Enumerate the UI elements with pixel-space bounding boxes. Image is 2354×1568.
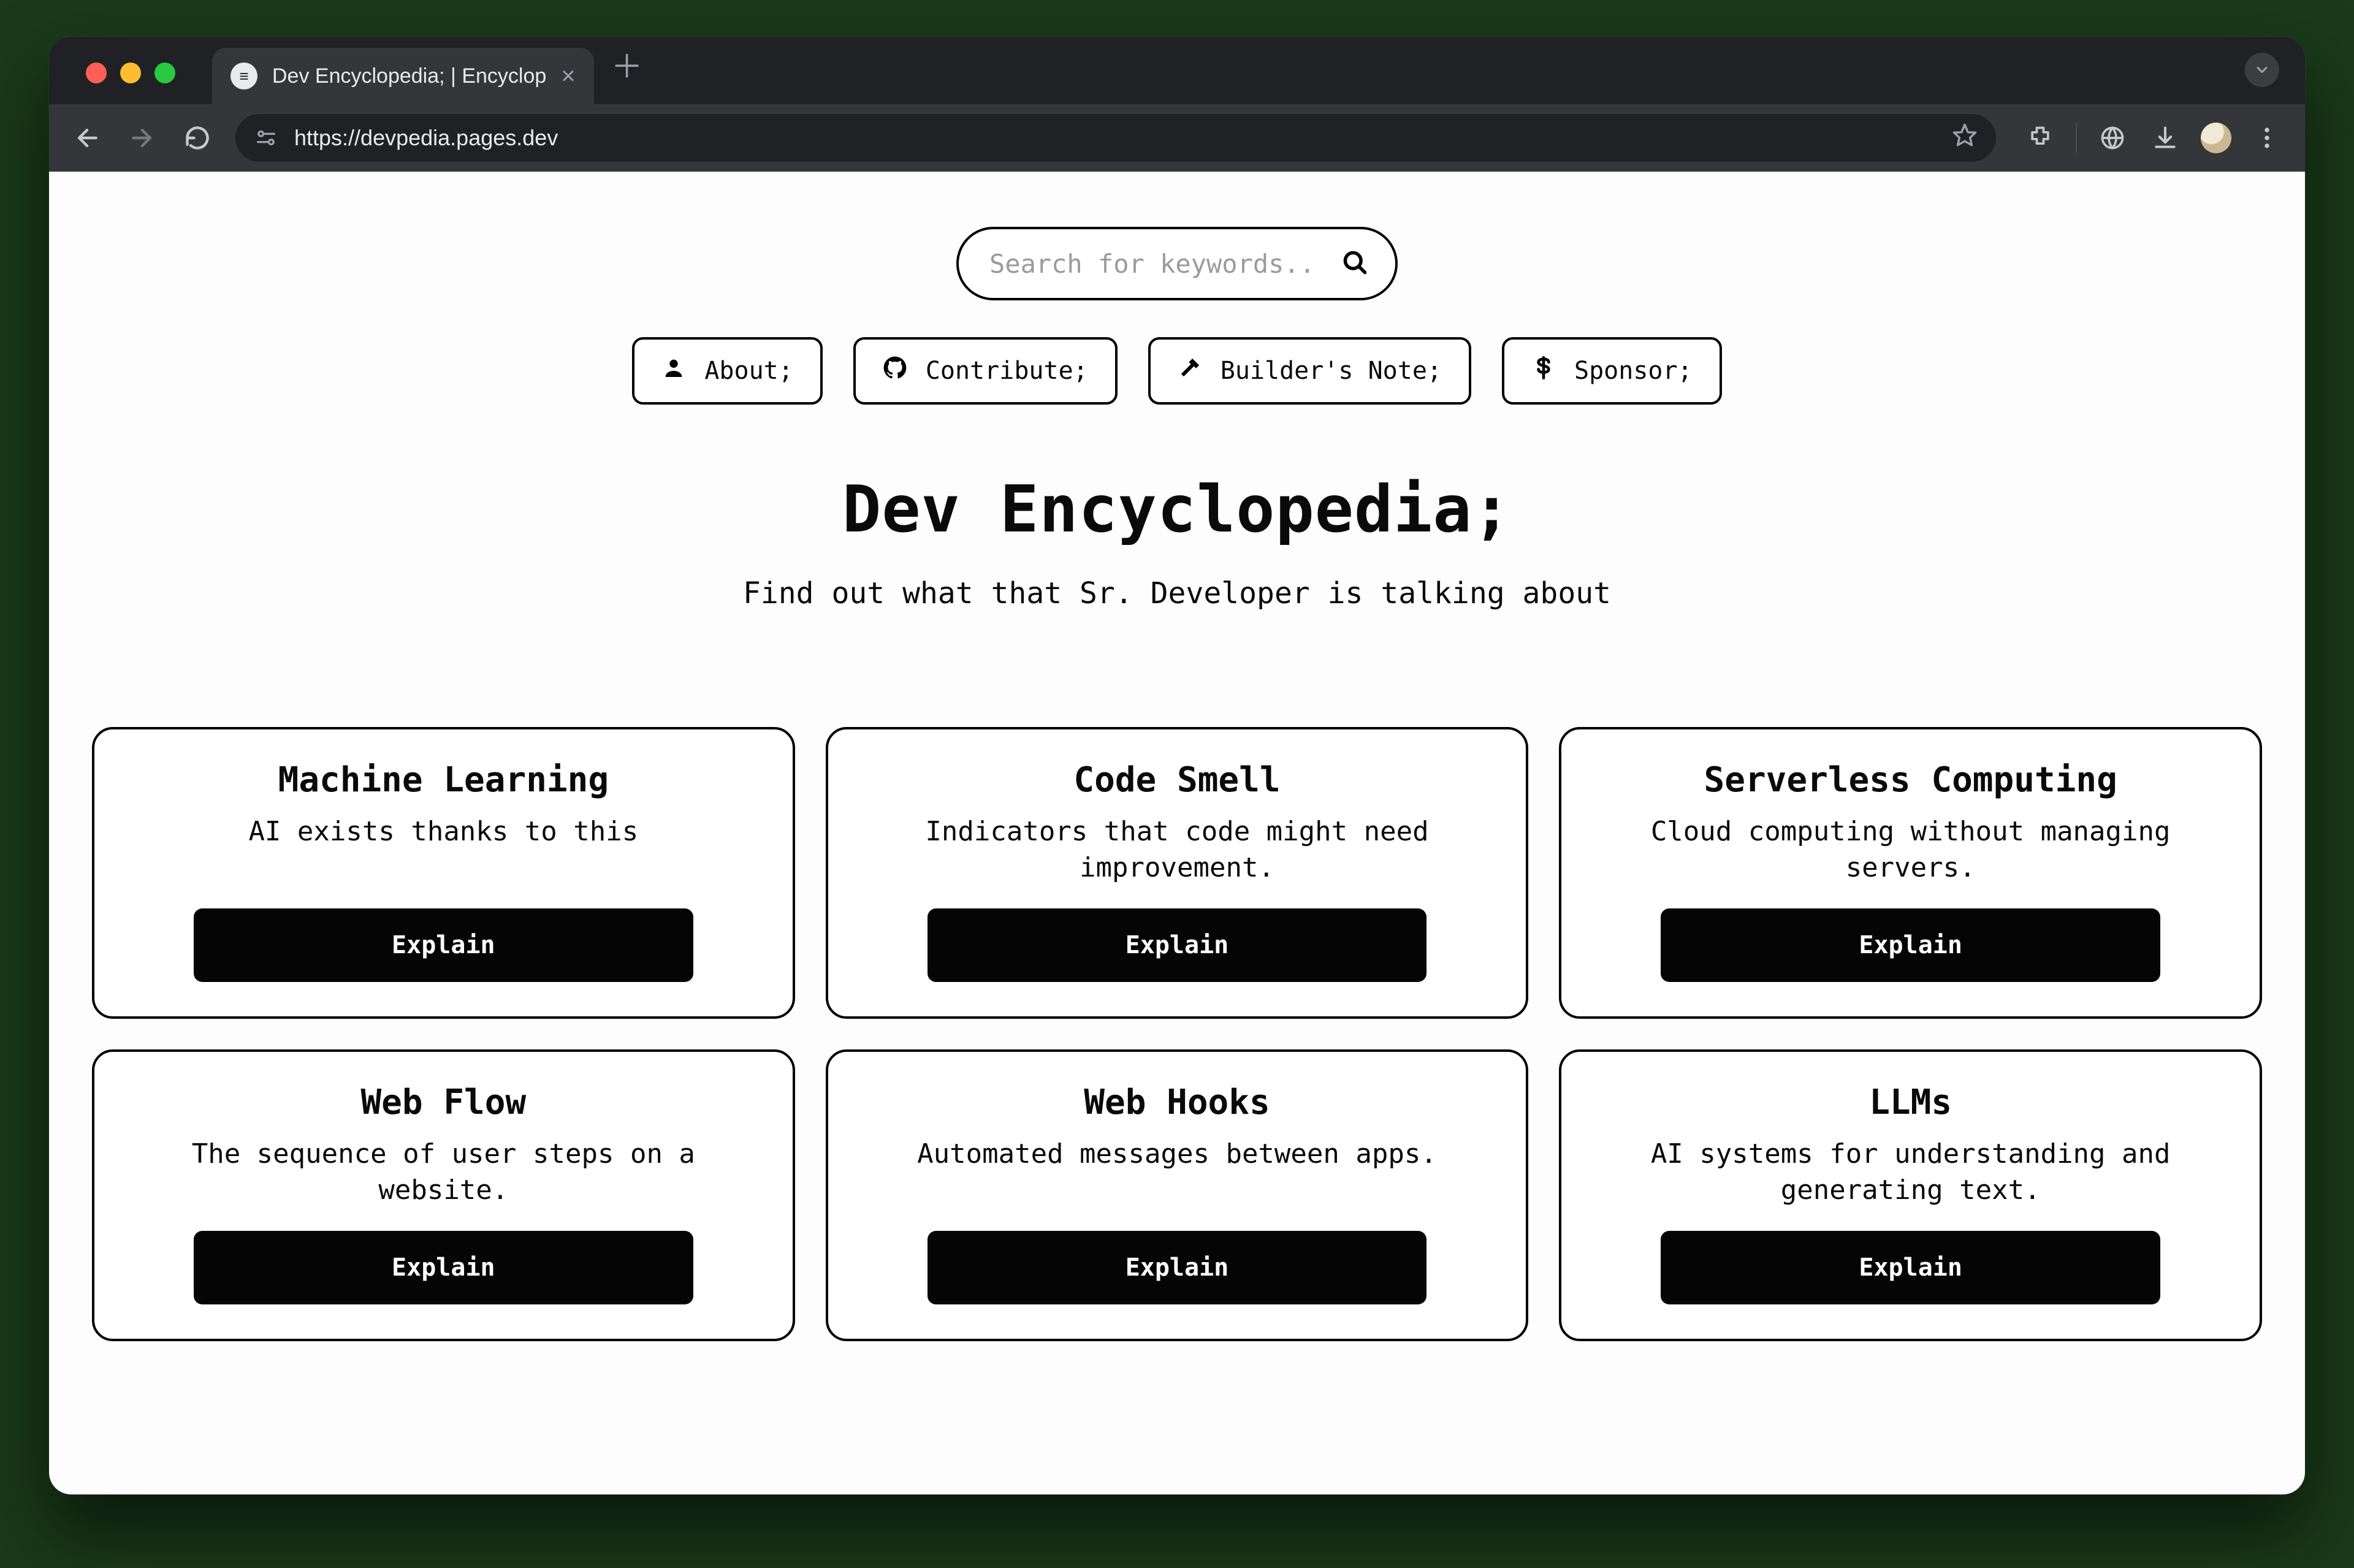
card-machine-learning: Machine Learning AI exists thanks to thi… (92, 727, 795, 1019)
dollar-icon (1531, 356, 1556, 386)
traffic-lights (86, 63, 175, 83)
forward-button[interactable] (125, 121, 159, 155)
nav-contribute[interactable]: Contribute; (853, 337, 1118, 405)
back-button[interactable] (70, 121, 104, 155)
card-desc: Cloud computing without managing servers… (1598, 813, 2223, 886)
url-bar[interactable]: https://devpedia.pages.dev (235, 114, 1996, 162)
card-title: LLMs (1598, 1083, 2223, 1122)
browser-tab[interactable]: ≡ Dev Encyclopedia; | Encyclop × (212, 48, 594, 104)
window-fullscreen[interactable] (154, 63, 175, 83)
profile-avatar[interactable] (2201, 123, 2231, 153)
downloads-icon[interactable] (2148, 121, 2182, 155)
nav-label: Builder's Note; (1221, 357, 1442, 385)
hero: Dev Encyclopedia; Find out what that Sr.… (86, 472, 2268, 611)
bookmark-icon[interactable] (1952, 123, 1978, 154)
nav-builders-note[interactable]: Builder's Note; (1148, 337, 1471, 405)
page-content: About; Contribute; Builder's Note; Spons… (49, 172, 2305, 1494)
whatsnew-icon[interactable] (2095, 121, 2130, 155)
favicon-icon: ≡ (230, 63, 257, 89)
toolbar-right (2023, 121, 2284, 155)
card-web-flow: Web Flow The sequence of user steps on a… (92, 1049, 795, 1341)
window-minimize[interactable] (120, 63, 141, 83)
nav-label: Sponsor; (1574, 357, 1693, 385)
github-icon (883, 356, 907, 386)
card-desc: AI exists thanks to this (131, 813, 756, 886)
reload-button[interactable] (180, 121, 215, 155)
card-serverless-computing: Serverless Computing Cloud computing wit… (1559, 727, 2262, 1019)
tabs-dropdown-button[interactable] (2245, 53, 2279, 87)
search-box[interactable] (956, 227, 1398, 300)
nav-about[interactable]: About; (632, 337, 823, 405)
url-text: https://devpedia.pages.dev (294, 125, 1936, 151)
card-web-hooks: Web Hooks Automated messages between app… (826, 1049, 1529, 1341)
card-grid: Machine Learning AI exists thanks to thi… (86, 727, 2268, 1341)
hammer-icon (1178, 356, 1202, 386)
card-title: Web Hooks (865, 1083, 1490, 1122)
card-desc: Automated messages between apps. (865, 1136, 1490, 1209)
browser-toolbar: https://devpedia.pages.dev (49, 104, 2305, 172)
nav-label: About; (704, 357, 793, 385)
card-title: Web Flow (131, 1083, 756, 1122)
search-input[interactable] (989, 249, 1325, 279)
browser-window: ≡ Dev Encyclopedia; | Encyclop × ＋ https… (49, 37, 2305, 1494)
toolbar-separator (2076, 123, 2077, 153)
card-desc: AI systems for understanding and generat… (1598, 1136, 2223, 1209)
explain-button[interactable]: Explain (928, 1231, 1427, 1304)
hero-title: Dev Encyclopedia; (86, 472, 2268, 547)
hero-subtitle: Find out what that Sr. Developer is talk… (86, 576, 2268, 611)
card-code-smell: Code Smell Indicators that code might ne… (826, 727, 1529, 1019)
nav-sponsor[interactable]: Sponsor; (1502, 337, 1722, 405)
card-desc: The sequence of user steps on a website. (131, 1136, 756, 1209)
card-title: Machine Learning (131, 760, 756, 800)
nav-row: About; Contribute; Builder's Note; Spons… (86, 337, 2268, 405)
extensions-icon[interactable] (2023, 121, 2057, 155)
explain-button[interactable]: Explain (194, 908, 693, 982)
new-tab-button[interactable]: ＋ (611, 41, 643, 87)
explain-button[interactable]: Explain (1661, 1231, 2160, 1304)
card-desc: Indicators that code might need improvem… (865, 813, 1490, 886)
search-icon[interactable] (1341, 249, 1368, 278)
card-title: Serverless Computing (1598, 760, 2223, 800)
menu-icon[interactable] (2250, 121, 2284, 155)
explain-button[interactable]: Explain (928, 908, 1427, 982)
card-llms: LLMs AI systems for understanding and ge… (1559, 1049, 2262, 1341)
tab-close-icon[interactable]: × (561, 64, 575, 88)
tab-strip: ≡ Dev Encyclopedia; | Encyclop × ＋ (49, 37, 2305, 104)
person-icon (661, 356, 686, 386)
explain-button[interactable]: Explain (194, 1231, 693, 1304)
window-close[interactable] (86, 63, 107, 83)
explain-button[interactable]: Explain (1661, 908, 2160, 982)
tab-title: Dev Encyclopedia; | Encyclop (272, 64, 546, 88)
card-title: Code Smell (865, 760, 1490, 800)
nav-label: Contribute; (926, 357, 1088, 385)
site-settings-icon[interactable] (254, 126, 278, 150)
